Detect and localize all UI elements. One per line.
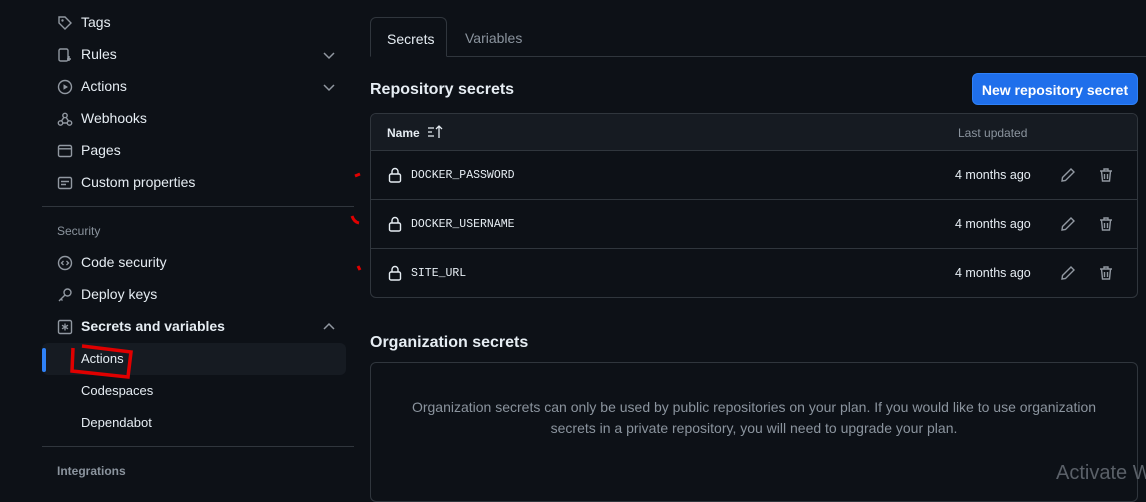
trash-icon[interactable] <box>1098 265 1114 281</box>
secret-updated: 4 months ago <box>955 266 1031 280</box>
table-row: SITE_URL 4 months ago <box>371 249 1137 297</box>
lock-icon <box>388 167 402 183</box>
pencil-icon[interactable] <box>1060 216 1076 232</box>
annotation-mark <box>356 265 362 271</box>
secret-updated: 4 months ago <box>955 217 1031 231</box>
lock-icon <box>388 216 402 232</box>
main-content: Secrets Variables Repository secrets New… <box>370 0 1146 502</box>
secret-name: SITE_URL <box>411 267 467 280</box>
tab-bar: Secrets Variables <box>370 17 1146 57</box>
activate-windows-watermark: Activate W <box>1056 462 1146 484</box>
button-label: New repository secret <box>981 82 1129 98</box>
tab-label: Variables <box>465 30 523 46</box>
table-header: Name Last updated <box>371 114 1137 151</box>
secret-updated: 4 months ago <box>955 168 1031 182</box>
tab-variables[interactable]: Variables <box>449 17 529 57</box>
repository-secrets-heading: Repository secrets <box>370 81 515 98</box>
organization-secrets-message: Organization secrets can only be used by… <box>411 399 1097 436</box>
tab-secrets[interactable]: Secrets <box>370 17 447 57</box>
trash-icon[interactable] <box>1098 167 1114 183</box>
column-last-updated: Last updated <box>958 126 1028 140</box>
trash-icon[interactable] <box>1098 216 1114 232</box>
sort-icon[interactable] <box>427 125 445 139</box>
secret-name: DOCKER_USERNAME <box>411 218 515 231</box>
lock-icon <box>388 265 402 281</box>
organization-secrets-box: Organization secrets can only be used by… <box>370 362 1138 502</box>
new-repository-secret-button[interactable]: New repository secret <box>972 73 1138 105</box>
organization-secrets-heading: Organization secrets <box>370 334 529 351</box>
table-row: DOCKER_PASSWORD 4 months ago <box>371 151 1137 200</box>
pencil-icon[interactable] <box>1060 265 1076 281</box>
annotation-circle <box>70 344 133 379</box>
annotation-mark <box>354 172 361 178</box>
pencil-icon[interactable] <box>1060 167 1076 183</box>
tab-label: Secrets <box>387 31 435 47</box>
secrets-table: Name Last updated DOCKER_PASSWORD 4 mont… <box>370 113 1138 298</box>
column-name: Name <box>387 126 420 140</box>
secret-name: DOCKER_PASSWORD <box>411 169 515 182</box>
annotation-mark <box>350 215 360 225</box>
table-row: DOCKER_USERNAME 4 months ago <box>371 200 1137 249</box>
